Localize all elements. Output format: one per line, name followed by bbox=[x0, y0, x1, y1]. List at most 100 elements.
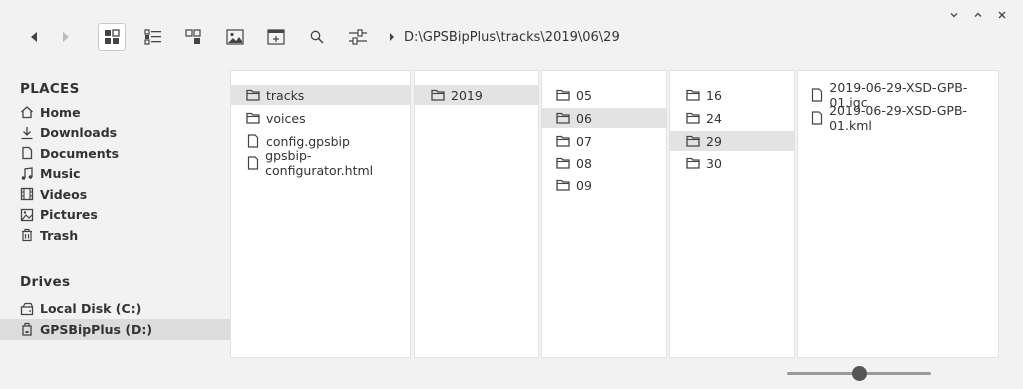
downloads-icon bbox=[20, 126, 34, 140]
forward-icon bbox=[63, 32, 69, 42]
file-icon bbox=[810, 111, 823, 125]
home-icon bbox=[20, 105, 34, 119]
icon-view-button[interactable] bbox=[98, 23, 126, 51]
item-label: 30 bbox=[706, 155, 722, 171]
item-label: 06 bbox=[576, 110, 592, 126]
folder-icon bbox=[556, 178, 570, 192]
sidebar-item-downloads[interactable]: Downloads bbox=[0, 123, 230, 144]
sidebar-item-pictures[interactable]: Pictures bbox=[0, 205, 230, 226]
file-icon bbox=[246, 156, 259, 170]
tree-view-icon bbox=[185, 29, 201, 44]
item-label: 2019 bbox=[451, 87, 483, 103]
path-expand-icon[interactable] bbox=[386, 32, 398, 42]
image-view-button[interactable] bbox=[221, 23, 249, 51]
folder-icon bbox=[556, 111, 570, 125]
column-2: 2019 bbox=[414, 70, 539, 358]
folder-icon bbox=[246, 88, 260, 102]
item-label: 2019-06-29-XSD-GPB-01.kml bbox=[829, 103, 968, 133]
item-label: config.gpsbip bbox=[266, 133, 350, 149]
toolbar: D:\GPSBipPlus\tracks\2019\06\29 bbox=[20, 22, 620, 52]
settings-button[interactable] bbox=[344, 23, 372, 51]
videos-icon bbox=[20, 187, 34, 201]
folder-icon bbox=[686, 156, 700, 170]
item-label: voices bbox=[266, 110, 306, 126]
folder-icon bbox=[246, 111, 260, 125]
maximize-icon[interactable] bbox=[971, 8, 985, 22]
file-item[interactable]: gpsbip-configurator.html bbox=[231, 148, 410, 178]
folder-item[interactable]: 30 bbox=[670, 153, 794, 173]
folder-icon bbox=[686, 134, 700, 148]
zoom-slider[interactable] bbox=[787, 366, 931, 381]
sidebar-item-label: GPSBipPlus (D:) bbox=[40, 321, 153, 337]
folder-item[interactable]: 07 bbox=[542, 131, 666, 151]
folder-icon bbox=[556, 134, 570, 148]
tree-view-button[interactable] bbox=[180, 23, 208, 51]
sliders-icon bbox=[349, 29, 367, 45]
zoom-slider-handle[interactable] bbox=[851, 366, 867, 381]
back-button[interactable] bbox=[20, 23, 48, 51]
trash-icon bbox=[20, 228, 34, 242]
folder-item[interactable]: 16 bbox=[670, 85, 794, 105]
sidebar-item-local-disk[interactable]: Local Disk (C:) bbox=[0, 299, 230, 320]
forward-button[interactable] bbox=[52, 23, 80, 51]
sidebar-item-music[interactable]: Music bbox=[0, 164, 230, 185]
item-label: 09 bbox=[576, 177, 592, 193]
folder-item[interactable]: 08 bbox=[542, 153, 666, 173]
sidebar-item-documents[interactable]: Documents bbox=[0, 143, 230, 164]
folder-icon bbox=[431, 88, 445, 102]
folder-item[interactable]: 29 bbox=[670, 131, 794, 151]
folder-item[interactable]: 06 bbox=[542, 108, 666, 128]
folder-item[interactable]: 05 bbox=[542, 85, 666, 105]
folder-icon bbox=[556, 88, 570, 102]
folder-item[interactable]: 09 bbox=[542, 175, 666, 195]
list-view-icon bbox=[144, 29, 161, 45]
item-label: 08 bbox=[576, 155, 592, 171]
sidebar-item-gpsbipplus[interactable]: GPSBipPlus (D:) bbox=[0, 319, 230, 340]
new-tab-icon bbox=[267, 29, 285, 45]
places-header: PLACES bbox=[20, 81, 80, 97]
item-label: 05 bbox=[576, 87, 592, 103]
item-label: 29 bbox=[706, 133, 722, 149]
item-label: gpsbip-configurator.html bbox=[265, 148, 374, 178]
search-icon bbox=[310, 30, 324, 44]
pictures-icon bbox=[20, 208, 34, 222]
usb-drive-icon bbox=[20, 322, 34, 336]
sidebar-item-label: Videos bbox=[40, 186, 88, 202]
window-controls bbox=[947, 8, 1009, 22]
music-icon bbox=[20, 167, 34, 181]
folder-item[interactable]: tracks bbox=[231, 85, 410, 105]
file-icon bbox=[246, 134, 260, 148]
folder-icon bbox=[686, 88, 700, 102]
folder-item[interactable]: 2019 bbox=[415, 85, 538, 105]
sidebar-item-label: Documents bbox=[40, 145, 120, 161]
sidebar-item-home[interactable]: Home bbox=[0, 102, 230, 123]
disk-icon bbox=[20, 302, 34, 316]
sidebar-item-label: Pictures bbox=[40, 207, 98, 223]
folder-item[interactable]: 24 bbox=[670, 108, 794, 128]
sidebar-item-label: Local Disk (C:) bbox=[40, 301, 142, 317]
sidebar-item-label: Music bbox=[40, 166, 81, 182]
minimize-icon[interactable] bbox=[947, 8, 961, 22]
detail-view-button[interactable] bbox=[139, 23, 167, 51]
column-1: tracks voices config.gpsbip gpsbip-configur… bbox=[230, 70, 411, 358]
sidebar-item-label: Downloads bbox=[40, 125, 118, 141]
column-3: 05 06 07 08 09 bbox=[541, 70, 667, 358]
grid-view-icon bbox=[105, 29, 120, 44]
close-icon[interactable] bbox=[995, 8, 1009, 22]
folder-icon bbox=[686, 111, 700, 125]
search-button[interactable] bbox=[303, 23, 331, 51]
documents-icon bbox=[20, 146, 34, 160]
item-label: 16 bbox=[706, 87, 722, 103]
drives-header: Drives bbox=[20, 273, 71, 290]
folder-icon bbox=[556, 156, 570, 170]
location-path[interactable]: D:\GPSBipPlus\tracks\2019\06\29 bbox=[404, 30, 620, 45]
new-window-button[interactable] bbox=[262, 23, 290, 51]
column-5: 2019-06-29-XSD-GPB-01.igc 2019-06-29-XSD-… bbox=[797, 70, 999, 358]
item-label: tracks bbox=[266, 87, 305, 103]
sidebar-item-videos[interactable]: Videos bbox=[0, 184, 230, 205]
folder-item[interactable]: voices bbox=[231, 108, 410, 128]
file-item[interactable]: 2019-06-29-XSD-GPB-01.kml bbox=[798, 103, 998, 133]
sidebar-item-trash[interactable]: Trash bbox=[0, 225, 230, 246]
file-item[interactable]: 2019-06-29-XSD-GPB-01.igc bbox=[798, 80, 998, 110]
sidebar: PLACES Home Downloads Documents Music Vi… bbox=[0, 70, 230, 340]
